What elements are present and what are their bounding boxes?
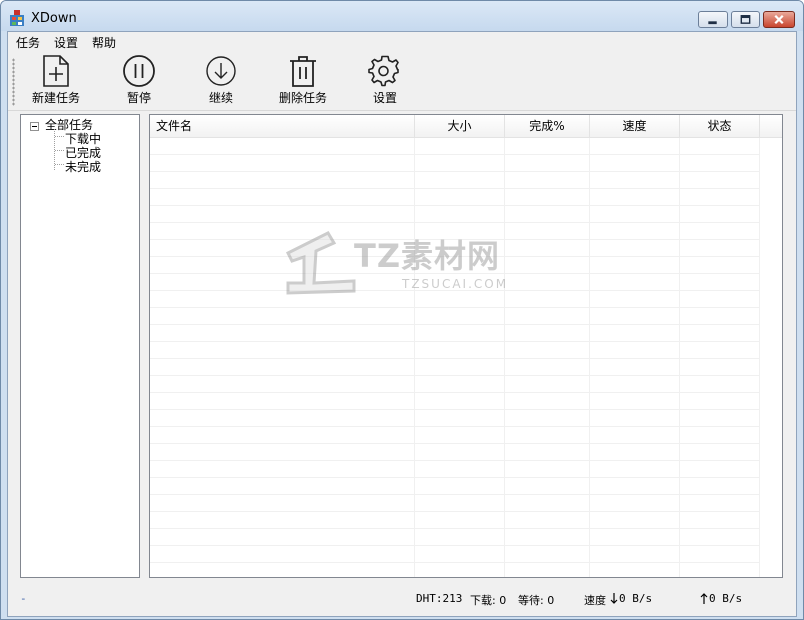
close-button[interactable] xyxy=(763,11,795,28)
pause-button[interactable]: 暂停 xyxy=(116,54,162,110)
category-tree[interactable]: 全部任务 下载中 已完成 未完成 xyxy=(20,114,140,578)
new-task-label: 新建任务 xyxy=(31,91,80,105)
status-upload-speed: 0 B/s xyxy=(709,592,743,605)
column-header-speed[interactable]: 速度 xyxy=(590,115,680,137)
status-bar: - DHT:213 下载: 0 等待: 0 速度 0 B/s 0 B/s xyxy=(8,580,796,616)
gear-icon xyxy=(368,55,399,87)
client-area: 任务 设置 帮助 新建任务 暂停 继续 删除任务 设置 全部任务 下载中 已完成… xyxy=(7,31,797,617)
pause-icon xyxy=(123,55,155,87)
toolbar: 新建任务 暂停 继续 删除任务 设置 xyxy=(8,52,796,111)
minimize-icon xyxy=(708,21,717,25)
minimize-button[interactable] xyxy=(698,11,728,28)
resume-label: 继续 xyxy=(208,91,233,105)
settings-label: 设置 xyxy=(372,91,397,105)
tree-node-incomplete[interactable]: 未完成 xyxy=(65,158,101,175)
status-downloading: 下载: 0 xyxy=(470,594,507,607)
app-window: XDown 任务 设置 帮助 新建任务 暂停 继续 删除任务 设置 全部任务 下… xyxy=(0,0,804,620)
collapse-toggle-icon[interactable] xyxy=(30,122,39,131)
settings-button[interactable]: 设置 xyxy=(362,54,408,110)
download-arrow-icon xyxy=(206,56,236,86)
menu-task[interactable]: 任务 xyxy=(16,34,40,51)
upload-arrow-icon xyxy=(700,593,708,604)
maximize-button[interactable] xyxy=(731,11,760,28)
tree-connector xyxy=(55,136,64,137)
watermark-text: TZ素材网 xyxy=(354,237,501,275)
new-file-icon xyxy=(43,55,69,87)
column-gridline xyxy=(589,137,590,577)
task-list-rows xyxy=(150,137,760,577)
close-icon xyxy=(774,14,784,25)
tree-connector xyxy=(55,164,64,165)
column-header-filename[interactable]: 文件名 xyxy=(150,115,415,137)
delete-task-label: 删除任务 xyxy=(278,91,327,105)
trash-icon xyxy=(290,56,316,87)
list-header: 文件名 大小 完成% 速度 状态 xyxy=(150,115,782,138)
download-arrow-icon xyxy=(610,593,618,604)
menu-bar: 任务 设置 帮助 xyxy=(8,32,796,51)
column-gridline xyxy=(414,137,415,577)
column-header-size[interactable]: 大小 xyxy=(415,115,505,137)
pause-label: 暂停 xyxy=(126,91,151,105)
column-gridline xyxy=(679,137,680,577)
resume-button[interactable]: 继续 xyxy=(198,54,244,110)
maximize-icon xyxy=(740,15,751,24)
new-task-button[interactable]: 新建任务 xyxy=(28,54,84,110)
status-dht: DHT:213 xyxy=(416,592,463,605)
tree-connector xyxy=(55,150,64,151)
menu-settings[interactable]: 设置 xyxy=(54,34,78,51)
toolbar-grip[interactable] xyxy=(12,58,15,106)
status-download-speed: 0 B/s xyxy=(619,592,653,605)
title-bar[interactable]: XDown xyxy=(1,1,803,31)
watermark: TZ素材网 TZSUCAI.COM xyxy=(282,225,532,305)
status-left: - xyxy=(20,592,27,605)
column-gridline xyxy=(759,137,760,577)
column-header-progress[interactable]: 完成% xyxy=(505,115,590,137)
status-waiting: 等待: 0 xyxy=(518,594,555,607)
watermark-subtext: TZSUCAI.COM xyxy=(402,277,509,291)
column-header-status[interactable]: 状态 xyxy=(680,115,760,137)
app-icon xyxy=(10,10,24,26)
status-speed-label: 速度 xyxy=(584,594,606,607)
delete-task-button[interactable]: 删除任务 xyxy=(272,54,334,110)
window-title: XDown xyxy=(31,11,77,26)
watermark-logo-icon xyxy=(285,231,356,295)
column-gridline xyxy=(504,137,505,577)
task-list[interactable]: 文件名 大小 完成% 速度 状态 TZ素材网 TZSUCAI.COM xyxy=(149,114,783,578)
menu-help[interactable]: 帮助 xyxy=(92,34,116,51)
